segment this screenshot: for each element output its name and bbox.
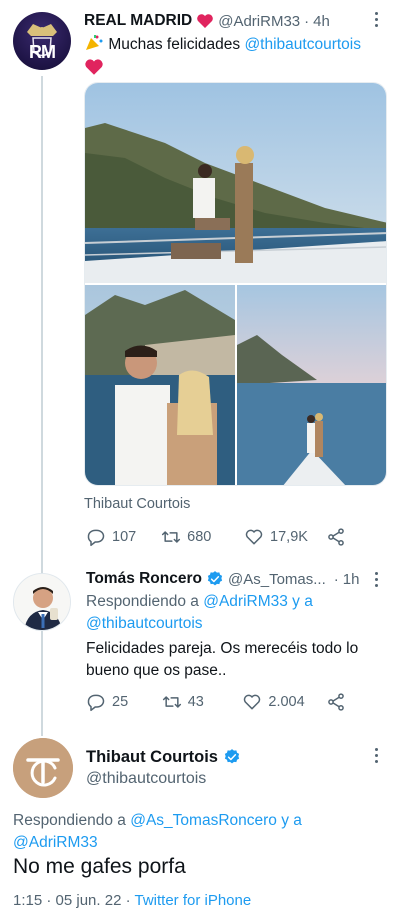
- photo-caption[interactable]: Thibaut Courtois: [84, 496, 190, 512]
- reply-button[interactable]: 25: [86, 692, 162, 712]
- replying-prefix: Respondiendo a: [86, 593, 204, 610]
- replying-to: Respondiendo a @AdriRM33 y a @thibautcou…: [86, 591, 376, 635]
- reply-button[interactable]: 107: [86, 527, 161, 547]
- reply-icon: [87, 694, 105, 712]
- red-heart-icon: [84, 56, 384, 78]
- reply-count: 25: [112, 694, 129, 710]
- reply-count: 107: [112, 529, 137, 545]
- share-button[interactable]: [326, 527, 346, 547]
- more-icon[interactable]: [375, 572, 379, 590]
- more-icon[interactable]: [375, 12, 379, 30]
- like-button[interactable]: 17,9K: [244, 527, 326, 547]
- tweet-header: Thibaut Courtois: [86, 746, 241, 768]
- share-icon: [328, 528, 344, 546]
- tweet-tomas-roncero[interactable]: Tomás Roncero @As_Tomas... · 1h Respondi…: [0, 560, 400, 730]
- avatar-thibaut-courtois[interactable]: [13, 738, 73, 798]
- display-name[interactable]: Thibaut Courtois: [86, 748, 218, 767]
- separator-dot: ·: [333, 570, 339, 588]
- retweet-button[interactable]: 43: [162, 692, 243, 712]
- tweet-text-main: Muchas felicidades: [108, 36, 245, 53]
- tweet-actions: 25 43 2.004: [86, 692, 346, 712]
- photo-grid: [84, 82, 387, 486]
- share-icon: [328, 693, 344, 711]
- tc-monogram-icon: [13, 738, 73, 798]
- timestamp-text[interactable]: 1:15 · 05 jun. 22 ·: [13, 892, 134, 909]
- tweet-actions: 107 680 17,9K: [86, 527, 346, 547]
- tweet-text: Felicidades pareja. Os merecéis todo lo …: [86, 640, 359, 679]
- display-name[interactable]: Tomás Roncero: [86, 570, 202, 588]
- share-button[interactable]: [326, 692, 346, 712]
- replying-and: y a: [276, 812, 302, 829]
- tweet-header: REAL MADRID @AdriRM33 · 4h: [84, 10, 330, 32]
- separator-dot: ·: [304, 12, 310, 30]
- verified-badge-icon: [224, 749, 240, 764]
- like-count: 2.004: [268, 694, 305, 710]
- like-icon: [245, 529, 263, 545]
- retweet-count: 43: [187, 694, 204, 710]
- tweet-time[interactable]: 1h: [343, 571, 360, 588]
- tweet-thibaut-courtois[interactable]: Thibaut Courtois @thibautcourtois Respon…: [0, 730, 400, 923]
- replying-and: y a: [287, 593, 313, 610]
- like-icon: [244, 694, 261, 710]
- photo-boat-bow[interactable]: [237, 285, 386, 485]
- tweet-text: Muchas felicidades @thibautcourtois: [84, 34, 384, 78]
- tweet-time[interactable]: 4h: [313, 13, 330, 30]
- avatar-tomas-roncero[interactable]: [13, 573, 71, 631]
- replying-to-link-1[interactable]: @AdriRM33: [203, 593, 288, 610]
- replying-to-link-2[interactable]: @thibautcourtois: [86, 615, 203, 632]
- replying-to: Respondiendo a @As_TomasRoncero y a @Adr…: [13, 810, 383, 854]
- retweet-button[interactable]: 680: [161, 527, 244, 547]
- handle[interactable]: @As_Tomas...: [228, 571, 326, 588]
- photo-proposal-boat[interactable]: [85, 83, 386, 283]
- photo-couple-closeup[interactable]: [85, 285, 235, 485]
- handle[interactable]: @thibautcourtois: [86, 770, 206, 788]
- more-icon[interactable]: [375, 748, 379, 766]
- replying-to-link-1[interactable]: @As_TomasRoncero: [130, 812, 277, 829]
- tweet-adrirm33[interactable]: RM REAL MADRID @AdriRM33 · 4h Muchas fel…: [0, 0, 400, 736]
- retweet-count: 680: [187, 529, 212, 545]
- like-count: 17,9K: [270, 529, 308, 545]
- handle[interactable]: @AdriRM33: [218, 13, 300, 30]
- replying-to-link-2[interactable]: @AdriRM33: [13, 834, 98, 851]
- mention-link[interactable]: @thibautcourtois: [244, 36, 361, 53]
- client-link[interactable]: Twitter for iPhone: [134, 892, 251, 909]
- party-popper-icon: [84, 34, 104, 52]
- tweet-timestamp: 1:15 · 05 jun. 22 · Twitter for iPhone: [13, 892, 251, 909]
- retweet-icon: [162, 696, 181, 708]
- display-name[interactable]: REAL MADRID: [84, 12, 192, 30]
- avatar-real-madrid[interactable]: RM: [13, 12, 71, 70]
- avatar-rm-letters: RM: [29, 42, 56, 62]
- verified-badge-icon: [207, 571, 223, 586]
- retweet-icon: [162, 531, 181, 543]
- tweet-text: No me gafes porfa: [13, 855, 186, 878]
- like-button[interactable]: 2.004: [242, 692, 326, 712]
- reply-icon: [87, 529, 105, 547]
- replying-prefix: Respondiendo a: [13, 812, 131, 829]
- red-heart-icon: [197, 14, 214, 28]
- tweet-header: Tomás Roncero @As_Tomas... · 1h: [86, 568, 359, 590]
